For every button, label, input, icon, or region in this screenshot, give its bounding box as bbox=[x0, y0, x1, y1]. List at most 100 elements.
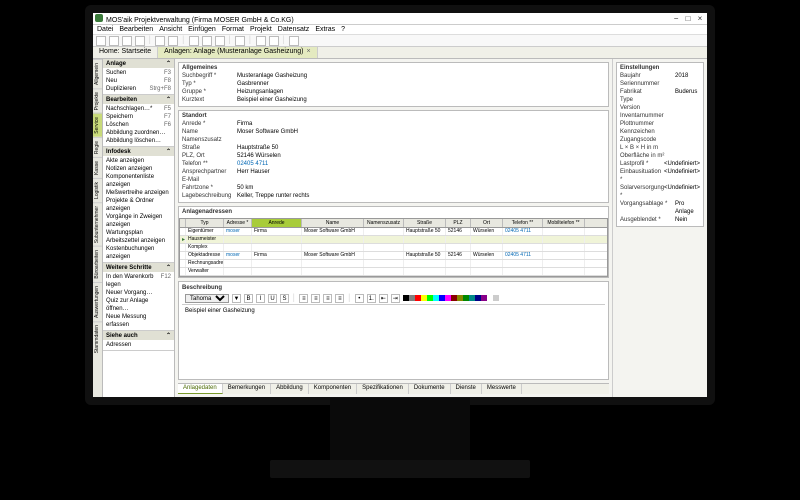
field-value[interactable] bbox=[675, 136, 700, 144]
field-value[interactable] bbox=[237, 136, 605, 144]
find-button[interactable] bbox=[235, 36, 245, 46]
field-value[interactable]: Pro Anlage bbox=[675, 200, 700, 216]
editor-button[interactable]: ≡ bbox=[335, 294, 344, 303]
field-value[interactable] bbox=[237, 176, 605, 184]
vtab-büroarbeiten[interactable]: Büroarbeiten bbox=[93, 246, 102, 282]
field-value[interactable]: Musteranlage Gasheizung bbox=[237, 72, 605, 80]
bottom-tab[interactable]: Abbildung bbox=[271, 384, 309, 394]
panel-header[interactable]: Siehe auch⌃ bbox=[103, 331, 174, 340]
editor-button[interactable]: • bbox=[355, 294, 364, 303]
vtab-logistik[interactable]: Logistik bbox=[93, 178, 102, 202]
table-row[interactable]: Rechnungsadresse bbox=[180, 260, 607, 268]
field-value[interactable]: Buderus bbox=[675, 88, 700, 96]
cut-button[interactable] bbox=[189, 36, 199, 46]
menu-bearbeiten[interactable]: Bearbeiten bbox=[119, 26, 153, 33]
editor-body[interactable]: Beispiel einer Gasheizung bbox=[182, 305, 605, 377]
sidebar-item[interactable]: Wartungsplan bbox=[103, 229, 174, 237]
bottom-tab[interactable]: Anlagedaten bbox=[178, 384, 223, 394]
sidebar-item[interactable]: SpeichernF7 bbox=[103, 113, 174, 121]
vtab-service[interactable]: Service bbox=[93, 113, 102, 137]
menu-ansicht[interactable]: Ansicht bbox=[159, 26, 182, 33]
bottom-tab[interactable]: Bemerkungen bbox=[223, 384, 271, 394]
sidebar-item[interactable]: SuchenF3 bbox=[103, 69, 174, 77]
sidebar-item[interactable]: Nachschlagen…*F5 bbox=[103, 105, 174, 113]
field-value[interactable] bbox=[675, 144, 700, 152]
back-button[interactable] bbox=[256, 36, 266, 46]
panel-header[interactable]: Anlage⌃ bbox=[103, 59, 174, 68]
table-row[interactable]: Verwalter bbox=[180, 268, 607, 276]
field-value[interactable] bbox=[675, 112, 700, 120]
field-value[interactable]: <Undefiniert> bbox=[664, 160, 700, 168]
sidebar-item[interactable]: Neuer Vorgang… bbox=[103, 289, 174, 297]
column-header[interactable]: Telefon ** bbox=[503, 219, 543, 227]
editor-button[interactable]: ≡ bbox=[299, 294, 308, 303]
new-button[interactable] bbox=[96, 36, 106, 46]
bottom-tab[interactable]: Komponenten bbox=[309, 384, 357, 394]
sidebar-item[interactable]: Vorgänge in Zweigen anzeigen bbox=[103, 213, 174, 229]
field-value[interactable]: 2018 bbox=[675, 72, 700, 80]
document-tab[interactable]: Anlagen: Anlage (Musteranlage Gasheizung… bbox=[158, 47, 317, 58]
table-row[interactable]: Komplex bbox=[180, 244, 607, 252]
sidebar-item[interactable]: Komponentenliste anzeigen bbox=[103, 173, 174, 189]
font-select[interactable]: Tahoma bbox=[185, 294, 229, 303]
field-value[interactable]: 02405 4711 bbox=[237, 160, 605, 168]
sidebar-item[interactable]: Abbildung löschen… bbox=[103, 137, 174, 145]
field-value[interactable]: 52146 Würselen bbox=[237, 152, 605, 160]
sidebar-item[interactable]: NeuF8 bbox=[103, 77, 174, 85]
table-row[interactable]: ObjektadressemoserFirmaMoser Software Gm… bbox=[180, 252, 607, 260]
column-header[interactable]: Adresse * bbox=[224, 219, 252, 227]
column-header[interactable]: Mobiltelefon ** bbox=[543, 219, 585, 227]
editor-button[interactable]: I bbox=[256, 294, 265, 303]
menu-datensatz[interactable]: Datensatz bbox=[278, 26, 310, 33]
menu-format[interactable]: Format bbox=[222, 26, 244, 33]
column-header[interactable]: Name bbox=[302, 219, 364, 227]
minimize-button[interactable]: − bbox=[671, 14, 681, 23]
column-header[interactable]: Namenszusatz bbox=[364, 219, 404, 227]
field-value[interactable]: Moser Software GmbH bbox=[237, 128, 605, 136]
field-value[interactable]: Keller, Treppe runter rechts bbox=[237, 192, 605, 200]
column-header[interactable]: PLZ bbox=[446, 219, 471, 227]
editor-button[interactable]: ⇤ bbox=[379, 294, 388, 303]
vtab-kasse[interactable]: Kasse bbox=[93, 157, 102, 178]
column-header[interactable]: Anrede bbox=[252, 219, 302, 227]
sidebar-item[interactable]: Quiz zur Anlage öffnen… bbox=[103, 297, 174, 313]
field-value[interactable]: Beispiel einer Gasheizung bbox=[237, 96, 605, 104]
vtab-projekte[interactable]: Projekte bbox=[93, 88, 102, 113]
document-tab[interactable]: Home: Startseite bbox=[93, 47, 158, 58]
editor-button[interactable]: ▼ bbox=[232, 294, 241, 303]
bottom-tab[interactable]: Dokumente bbox=[409, 384, 451, 394]
editor-button[interactable]: S bbox=[280, 294, 289, 303]
menu-einfügen[interactable]: Einfügen bbox=[188, 26, 216, 33]
panel-header[interactable]: Bearbeiten⌃ bbox=[103, 95, 174, 104]
sidebar-item[interactable]: Projekte & Ordner anzeigen bbox=[103, 197, 174, 213]
undo-button[interactable] bbox=[155, 36, 165, 46]
field-value[interactable]: Heizungsanlagen bbox=[237, 88, 605, 96]
field-value[interactable] bbox=[675, 128, 700, 136]
panel-header[interactable]: Infodesk⌃ bbox=[103, 147, 174, 156]
vtab-stammdaten[interactable]: Stammdaten bbox=[93, 321, 102, 356]
table-row[interactable]: EigentümermoserFirmaMoser Software GmbHH… bbox=[180, 228, 607, 236]
sidebar-item[interactable]: Abbildung zuordnen… bbox=[103, 129, 174, 137]
column-header[interactable]: Typ bbox=[186, 219, 224, 227]
vtab-auswertungen[interactable]: Auswertungen bbox=[93, 282, 102, 321]
bottom-tab[interactable]: Dienste bbox=[451, 384, 482, 394]
editor-button[interactable]: ⇥ bbox=[391, 294, 400, 303]
sidebar-item[interactable]: Notizen anzeigen bbox=[103, 165, 174, 173]
close-tab-icon[interactable]: × bbox=[306, 48, 310, 55]
field-value[interactable]: 50 km bbox=[237, 184, 605, 192]
sidebar-item[interactable]: Neue Messung erfassen bbox=[103, 313, 174, 329]
sidebar-item[interactable]: Meßwertreihe anzeigen bbox=[103, 189, 174, 197]
field-value[interactable]: <Undefiniert> bbox=[664, 184, 700, 200]
editor-button[interactable]: B bbox=[244, 294, 253, 303]
sidebar-item[interactable]: DuplizierenStrg+F8 bbox=[103, 85, 174, 93]
sidebar-item[interactable]: Akte anzeigen bbox=[103, 157, 174, 165]
panel-header[interactable]: Weitere Schritte⌃ bbox=[103, 263, 174, 272]
editor-button[interactable]: ≡ bbox=[323, 294, 332, 303]
editor-button[interactable]: ≡ bbox=[311, 294, 320, 303]
color-swatch[interactable] bbox=[493, 295, 499, 301]
editor-button[interactable]: U bbox=[268, 294, 277, 303]
menu-?[interactable]: ? bbox=[341, 26, 345, 33]
field-value[interactable]: Gasbrenner bbox=[237, 80, 605, 88]
sidebar-item[interactable]: Kostenbuchungen anzeigen bbox=[103, 245, 174, 261]
bottom-tab[interactable]: Messwerte bbox=[482, 384, 522, 394]
